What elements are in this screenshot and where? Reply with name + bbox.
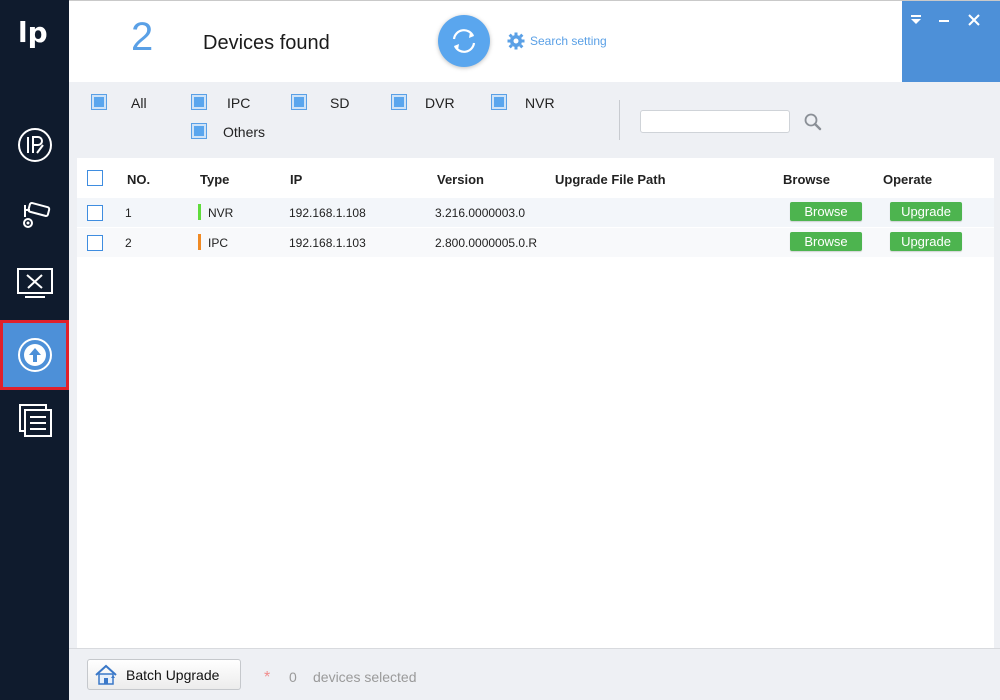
nav-camera-settings[interactable]: [0, 180, 69, 250]
column-header-operate: Operate: [883, 172, 933, 187]
minimize-button[interactable]: [935, 11, 953, 29]
column-header-upgrade-file-path: Upgrade File Path: [555, 172, 666, 187]
row-ip: 192.168.1.108: [289, 206, 366, 220]
gear-icon: [507, 32, 525, 50]
ip-config-icon: [17, 128, 52, 162]
browse-button[interactable]: Browse: [790, 232, 862, 251]
nav-ip-config[interactable]: [0, 110, 69, 180]
device-table: NO. Type IP Version Upgrade File Path Br…: [77, 158, 994, 648]
refresh-search-button[interactable]: [438, 15, 490, 67]
filter-divider: [619, 100, 620, 140]
row-type: NVR: [208, 206, 234, 220]
filter-nvr-label: NVR: [525, 95, 555, 111]
row-ip: 192.168.1.103: [289, 236, 366, 250]
svg-text:lp: lp: [18, 16, 48, 49]
menu-down-icon: [911, 15, 921, 24]
search-setting-label: Search setting: [530, 34, 607, 48]
row-version: 2.800.0000005.0.R: [435, 236, 538, 250]
selected-count: 0: [289, 669, 297, 685]
row-no: 2: [125, 236, 132, 250]
table-row[interactable]: 2 IPC 192.168.1.103 2.800.0000005.0.R Br…: [77, 228, 994, 257]
filter-others-checkbox[interactable]: [191, 123, 207, 139]
batch-upgrade-button[interactable]: Batch Upgrade: [87, 659, 241, 690]
document-list-icon: [18, 404, 52, 437]
close-button[interactable]: [965, 11, 983, 29]
type-indicator: [198, 234, 201, 250]
footer: Batch Upgrade * 0 devices selected: [69, 648, 1000, 700]
camera-settings-icon: [22, 201, 50, 228]
filter-bar: All IPC SD DVR NVR Others: [69, 82, 1000, 158]
table-row[interactable]: 1 NVR 192.168.1.108 3.216.0000003.0 Brow…: [77, 198, 994, 227]
filter-sd-label: SD: [330, 95, 350, 111]
filter-all-checkbox[interactable]: [91, 94, 107, 110]
filter-dvr-checkbox[interactable]: [391, 94, 407, 110]
nav-document-list[interactable]: [0, 384, 69, 454]
row-type: IPC: [208, 236, 229, 250]
row-checkbox[interactable]: [87, 205, 103, 221]
upgrade-button[interactable]: Upgrade: [890, 202, 962, 221]
selected-label: devices selected: [313, 669, 417, 685]
row-version: 3.216.0000003.0: [435, 206, 526, 220]
search-setting-link[interactable]: Search setting: [507, 32, 607, 50]
column-header-browse: Browse: [783, 172, 830, 187]
select-all-checkbox[interactable]: [87, 170, 103, 186]
row-checkbox[interactable]: [87, 235, 103, 251]
type-indicator: [198, 204, 201, 220]
logo-icon: lp: [18, 16, 48, 49]
close-icon: [968, 14, 980, 26]
nav-system-tools[interactable]: [0, 248, 69, 318]
system-tools-icon: [16, 268, 53, 298]
minimize-icon: [939, 20, 949, 22]
filter-ipc-label: IPC: [227, 95, 251, 111]
search-input[interactable]: [640, 110, 790, 133]
device-count: 2: [131, 15, 154, 59]
filter-sd-checkbox[interactable]: [291, 94, 307, 110]
row-no: 1: [125, 206, 132, 220]
upgrade-button[interactable]: Upgrade: [890, 232, 962, 251]
filter-all-label: All: [131, 95, 147, 111]
sidebar: lp: [0, 0, 69, 700]
column-header-ip: IP: [290, 172, 303, 187]
column-header-no: NO.: [127, 172, 151, 187]
header: 2 Devices found Search setting: [69, 0, 1000, 83]
devices-found-label: Devices found: [203, 32, 330, 54]
upgrade-icon: [17, 338, 52, 372]
nav-upgrade[interactable]: [0, 320, 69, 390]
browse-button[interactable]: Browse: [790, 202, 862, 221]
filter-others-label: Others: [223, 124, 266, 140]
batch-upgrade-label: Batch Upgrade: [126, 666, 220, 683]
column-header-version: Version: [437, 172, 484, 187]
search-icon[interactable]: [803, 112, 823, 132]
required-star: *: [264, 669, 271, 686]
filter-nvr-checkbox[interactable]: [491, 94, 507, 110]
dropdown-menu-button[interactable]: [907, 11, 925, 29]
filter-ipc-checkbox[interactable]: [191, 94, 207, 110]
window-controls: [902, 1, 1000, 83]
refresh-icon: [452, 29, 476, 53]
column-header-type: Type: [200, 172, 230, 187]
filter-dvr-label: DVR: [425, 95, 455, 111]
home-upgrade-icon: [95, 664, 117, 685]
